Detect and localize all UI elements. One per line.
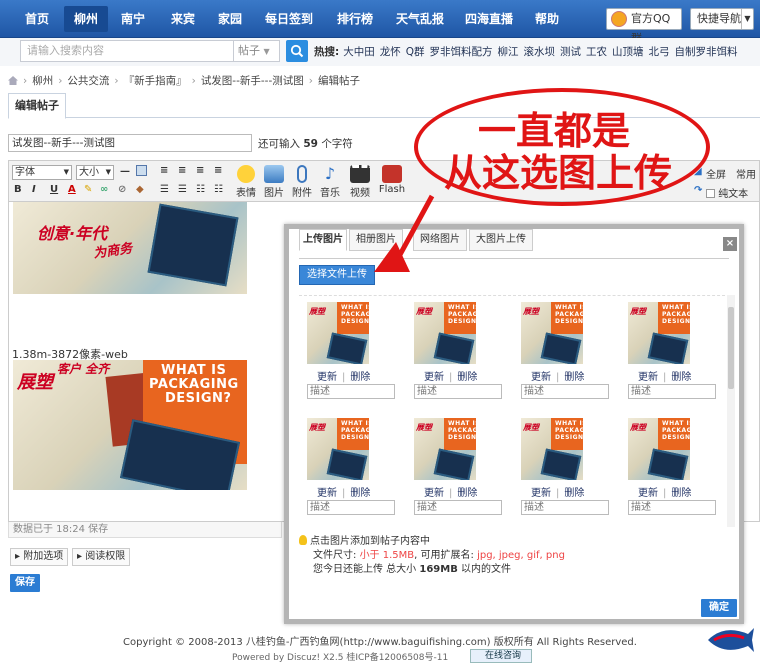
- annotation-arrow: [374, 194, 435, 272]
